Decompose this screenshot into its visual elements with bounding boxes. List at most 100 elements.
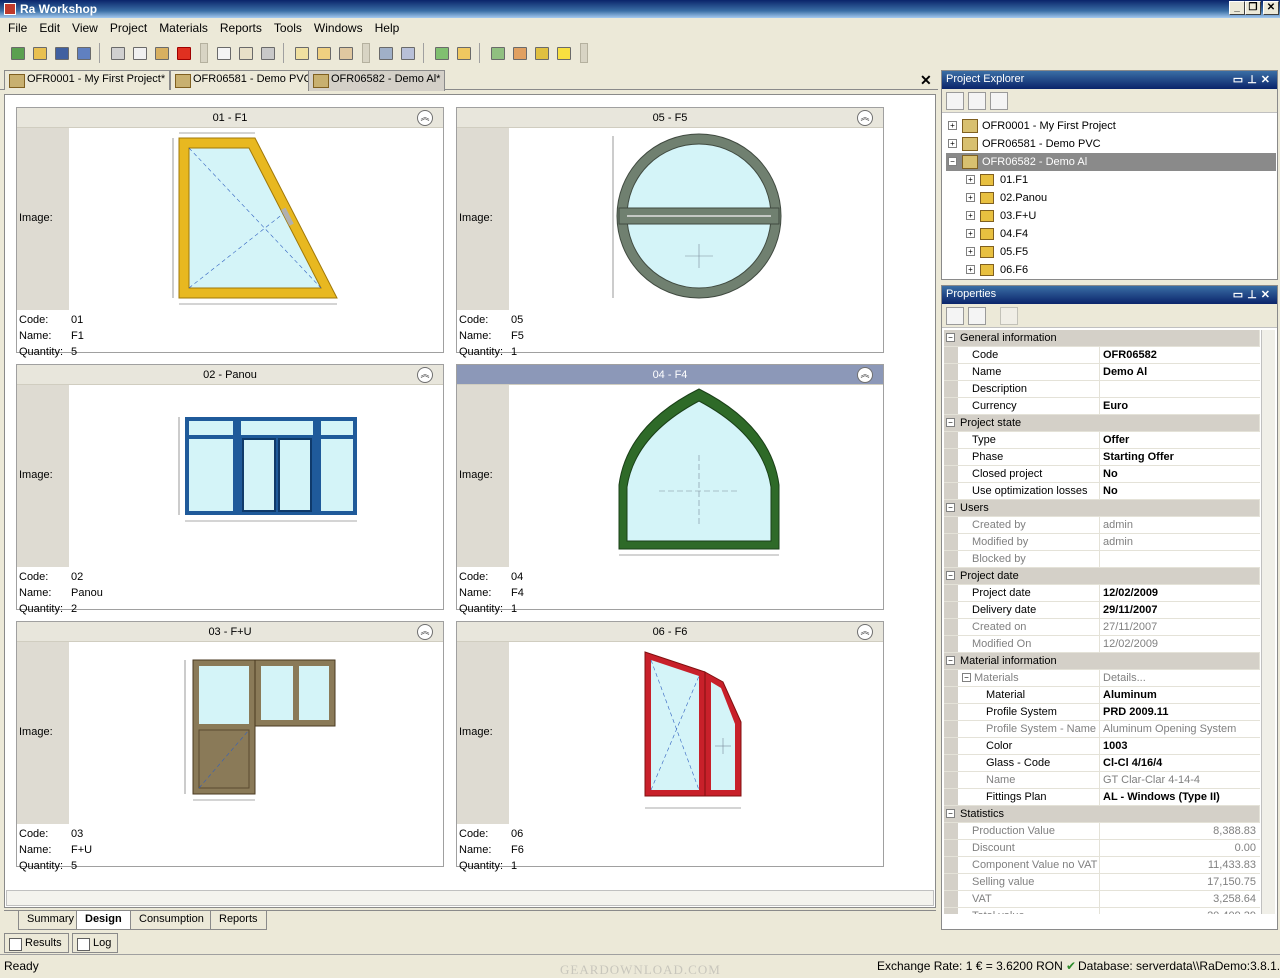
panel-controls[interactable]: ▭⊥✕	[1233, 73, 1274, 86]
menu-materials[interactable]: Materials	[153, 21, 214, 35]
property-row[interactable]: Name GT Clar-Clar 4-14-4	[944, 772, 1260, 789]
property-value[interactable]: PRD 2009.11	[1100, 704, 1260, 720]
property-row[interactable]: Phase Starting Offer	[944, 449, 1260, 466]
property-row[interactable]: VAT 3,258.64	[944, 891, 1260, 908]
menu-reports[interactable]: Reports	[214, 21, 268, 35]
tab-reports[interactable]: Reports	[210, 911, 267, 930]
property-row[interactable]: Production Value 8,388.83	[944, 823, 1260, 840]
property-value[interactable]: 12/02/2009	[1100, 585, 1260, 601]
close-document-icon[interactable]: ✕	[920, 72, 932, 89]
tab-design[interactable]: Design	[76, 911, 131, 930]
property-row[interactable]: Created by admin	[944, 517, 1260, 534]
tree-node[interactable]: +04.F4	[946, 225, 1276, 243]
expand-icon[interactable]: +	[966, 247, 975, 256]
open-icon[interactable]	[30, 43, 50, 63]
refresh-icon[interactable]	[946, 91, 964, 110]
expand-icon[interactable]: +	[966, 175, 975, 184]
property-value[interactable]: 12/02/2009	[1100, 636, 1260, 652]
property-value[interactable]: 1003	[1100, 738, 1260, 754]
menu-view[interactable]: View	[66, 21, 104, 35]
window-card-f5[interactable]: 05 - F5 ︽ Image: Code: 05 Name: F5 Quantit…	[456, 107, 884, 358]
property-value[interactable]: Demo Al	[1100, 364, 1260, 380]
property-row[interactable]: Code OFR06582	[944, 347, 1260, 364]
collapse-icon[interactable]: −	[946, 809, 955, 818]
property-value[interactable]: 29/11/2007	[1100, 602, 1260, 618]
collapse-icon[interactable]: −	[946, 571, 955, 580]
window-card-f4[interactable]: 04 - F4 ︽ Image: Code: 04 Name: F4 Quantit…	[456, 364, 884, 615]
property-value[interactable]: Offer	[1100, 432, 1260, 448]
property-row[interactable]: Component Value no VAT 11,433.83	[944, 857, 1260, 874]
property-row[interactable]: Name Demo Al	[944, 364, 1260, 381]
property-row[interactable]: Type Offer	[944, 432, 1260, 449]
property-row[interactable]: Use optimization losses No	[944, 483, 1260, 500]
property-category[interactable]: − Statistics	[944, 806, 1260, 823]
materials-icon[interactable]	[488, 43, 508, 63]
property-category[interactable]: − General information	[944, 330, 1260, 347]
tab-ofr06582[interactable]: OFR06582 - Demo Al*	[308, 70, 446, 91]
sort-az-icon[interactable]	[968, 306, 986, 325]
tree-node[interactable]: +06.F6	[946, 261, 1276, 279]
property-value[interactable]: AL - Windows (Type II)	[1100, 789, 1260, 805]
lightning-icon[interactable]	[554, 43, 574, 63]
window-card-fu[interactable]: 03 - F+U ︽ Image: Code: 03 Name: F+U Quant…	[16, 621, 444, 872]
property-row[interactable]: Delivery date 29/11/2007	[944, 602, 1260, 619]
settings-icon[interactable]	[376, 43, 396, 63]
expand-icon[interactable]: +	[966, 229, 975, 238]
collapse-icon[interactable]: ︽	[417, 367, 433, 383]
toolbar-grip[interactable]	[200, 43, 208, 63]
window-card-panou[interactable]: 02 - Panou ︽ Image: Code: 02 Name: Panou Q…	[16, 364, 444, 615]
property-value[interactable]: OFR06582	[1100, 347, 1260, 363]
property-value[interactable]: Aluminum Opening System	[1100, 721, 1260, 737]
property-value[interactable]: 20,409.39	[1100, 908, 1260, 914]
toolbar-grip[interactable]	[362, 43, 370, 63]
properties-icon[interactable]	[214, 43, 234, 63]
property-row[interactable]: Material Aluminum	[944, 687, 1260, 704]
paste-icon[interactable]	[152, 43, 172, 63]
property-value[interactable]: Starting Offer	[1100, 449, 1260, 465]
menu-tools[interactable]: Tools	[268, 21, 308, 35]
collapse-icon[interactable]: −	[946, 333, 955, 342]
tree-node[interactable]: + OFR06581 - Demo PVC	[946, 135, 1276, 153]
property-value[interactable]: Aluminum	[1100, 687, 1260, 703]
expand-icon[interactable]: −	[948, 157, 957, 166]
tree-node[interactable]: + OFR0001 - My First Project	[946, 117, 1276, 135]
tab-ofr06581[interactable]: OFR06581 - Demo PVC	[170, 70, 317, 90]
property-category[interactable]: − Project state	[944, 415, 1260, 432]
property-row[interactable]: Closed project No	[944, 466, 1260, 483]
expand-icon[interactable]: +	[966, 265, 975, 274]
property-row[interactable]: Blocked by	[944, 551, 1260, 568]
property-row[interactable]: Created on 27/11/2007	[944, 619, 1260, 636]
restore-button[interactable]: ❐	[1245, 1, 1261, 15]
property-row[interactable]: − Materials Details...	[944, 670, 1260, 687]
property-value[interactable]: 8,388.83	[1100, 823, 1260, 839]
tab-summary[interactable]: Summary	[18, 911, 84, 930]
add-item-icon[interactable]	[432, 43, 452, 63]
property-row[interactable]: Modified On 12/02/2009	[944, 636, 1260, 653]
categorized-icon[interactable]	[946, 306, 964, 325]
expand-icon[interactable]: +	[948, 121, 957, 130]
save-icon[interactable]	[52, 43, 72, 63]
property-row[interactable]: Fittings Plan AL - Windows (Type II)	[944, 789, 1260, 806]
property-value[interactable]: 17,150.75	[1100, 874, 1260, 890]
tree-node[interactable]: +05.F5	[946, 243, 1276, 261]
tree-node[interactable]: − OFR06582 - Demo Al	[946, 153, 1276, 171]
new-project-icon[interactable]	[8, 43, 28, 63]
optimize-icon[interactable]	[510, 43, 530, 63]
calculate-icon[interactable]	[398, 43, 418, 63]
property-value[interactable]: Cl-Cl 4/16/4	[1100, 755, 1260, 771]
window-print-icon[interactable]	[336, 43, 356, 63]
collapse-icon[interactable]: −	[946, 418, 955, 427]
expand-icon[interactable]: +	[966, 193, 975, 202]
property-value[interactable]: admin	[1100, 534, 1260, 550]
horizontal-scrollbar[interactable]	[6, 890, 934, 906]
property-value[interactable]: 3,258.64	[1100, 891, 1260, 907]
properties-scrollbar[interactable]	[1261, 330, 1275, 914]
menu-help[interactable]: Help	[369, 21, 406, 35]
report-icon[interactable]	[236, 43, 256, 63]
property-category[interactable]: − Material information	[944, 653, 1260, 670]
toolbar-grip[interactable]	[580, 43, 588, 63]
property-row[interactable]: Profile System - Name Aluminum Opening Sy…	[944, 721, 1260, 738]
property-row[interactable]: Modified by admin	[944, 534, 1260, 551]
property-value[interactable]: No	[1100, 483, 1260, 499]
property-category[interactable]: − Project date	[944, 568, 1260, 585]
